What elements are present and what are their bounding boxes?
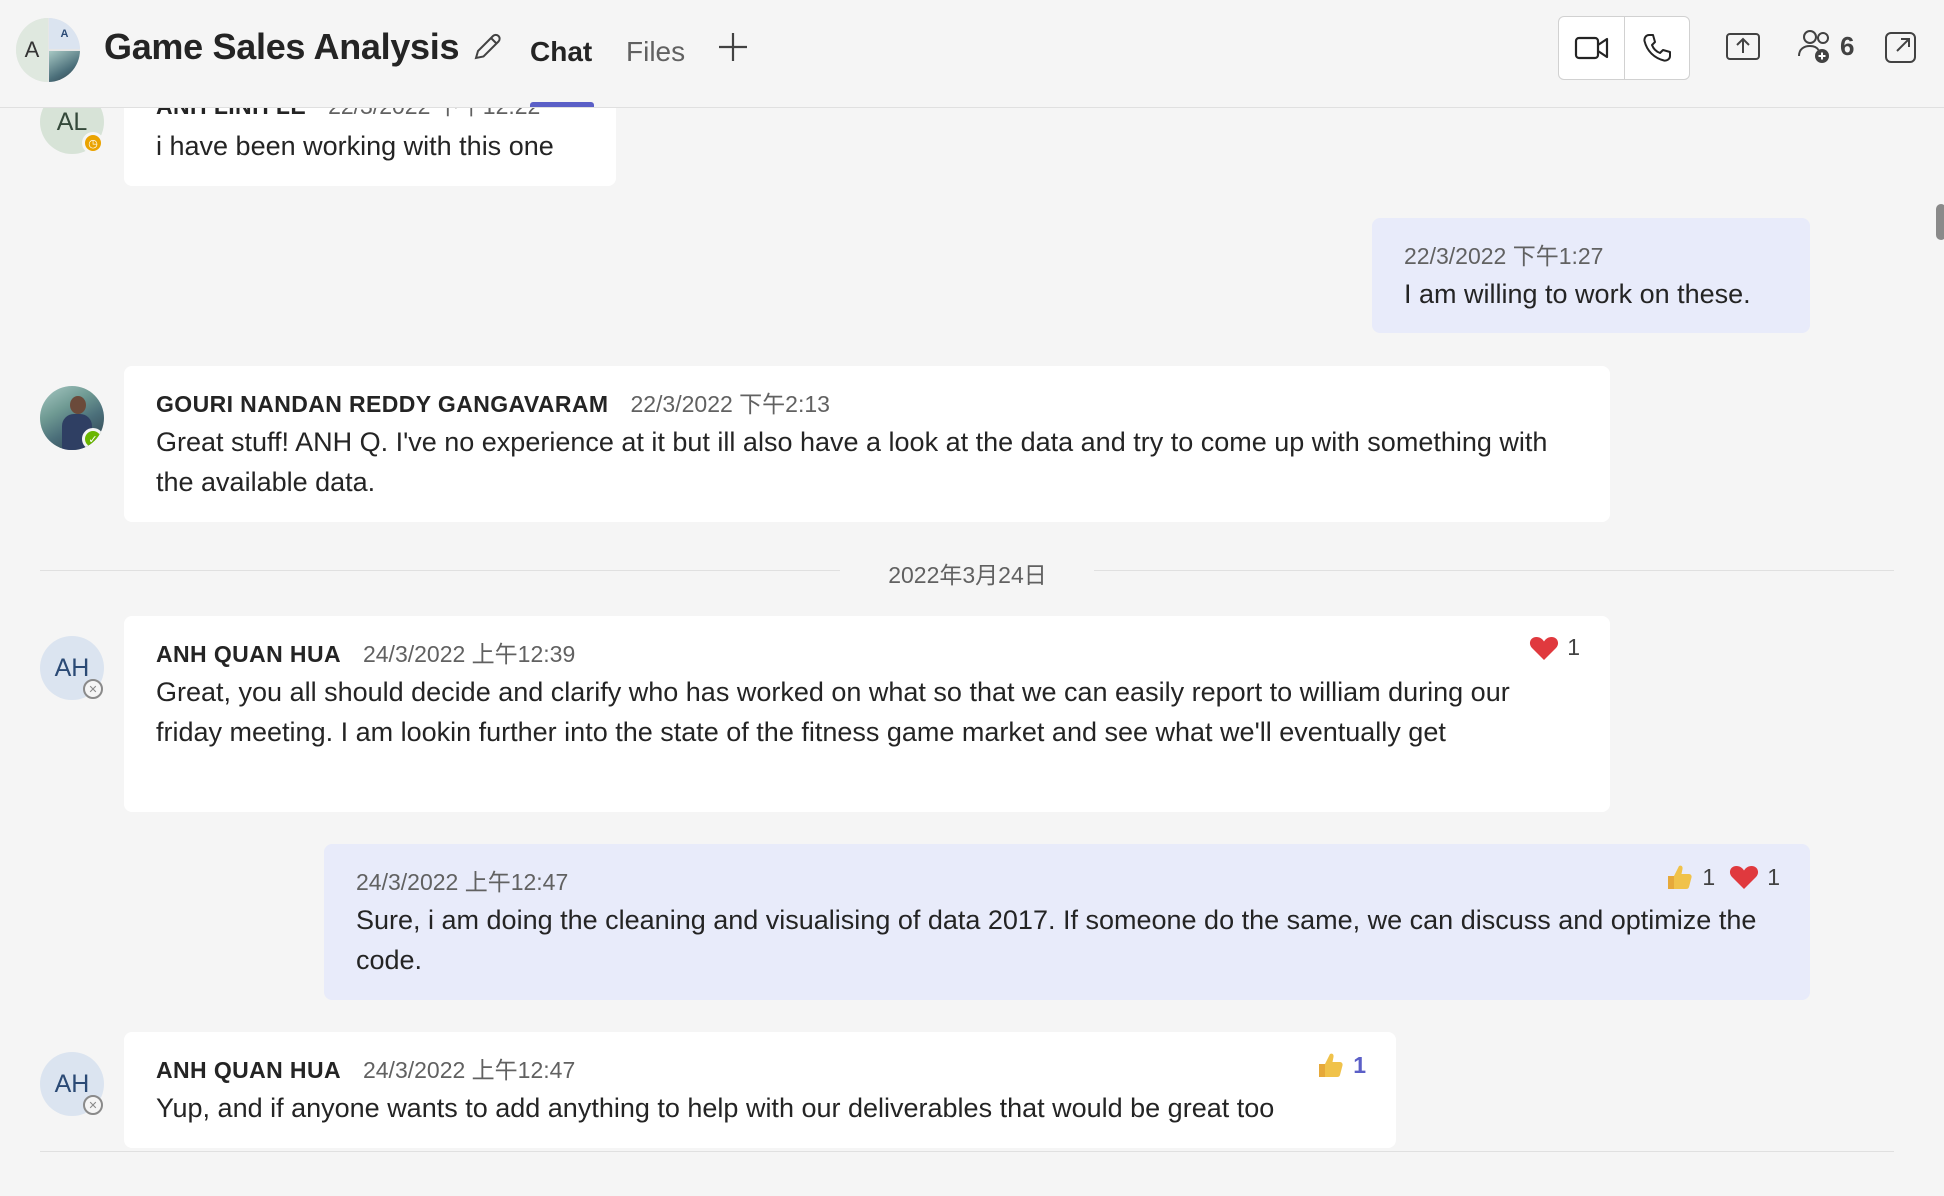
message-text: Great stuff! ANH Q. I've no experience a…	[156, 427, 1548, 497]
video-call-button[interactable]	[1559, 17, 1624, 79]
avatar-photo-head	[70, 396, 86, 414]
sender-name[interactable]: ANH QUAN HUA	[156, 1057, 341, 1083]
avatar[interactable]: AH ✕	[40, 1052, 104, 1116]
message-header: ANH QUAN HUA 24/3/2022 上午12:39	[156, 640, 575, 668]
thumbs-up-icon	[1668, 865, 1693, 889]
reactions-bar: 1	[1529, 634, 1580, 661]
reaction-count: 1	[1567, 634, 1580, 660]
reaction-thumbs-up[interactable]: 1	[1315, 1050, 1366, 1080]
reaction-thumbs-up[interactable]: 1	[1664, 862, 1715, 892]
presence-offline-icon: ✕	[83, 679, 103, 699]
reaction-heart[interactable]: 1	[1729, 864, 1780, 891]
edit-icon[interactable]	[470, 30, 504, 64]
message-timestamp: 24/3/2022 上午12:47	[362, 1057, 576, 1083]
reactions-bar: 1 1	[1664, 862, 1780, 892]
message-text: I am willing to work on these.	[1404, 279, 1751, 309]
chat-header: A A Game Sales Analysis Chat Files 6	[0, 0, 1944, 108]
sender-name[interactable]: GOURI NANDAN REDDY GANGAVARAM	[156, 391, 608, 417]
message-bubble[interactable]: GOURI NANDAN REDDY GANGAVARAM 22/3/2022 下…	[124, 366, 1610, 522]
group-avatar-initial: A	[16, 18, 48, 82]
presence-available-icon: ✓	[82, 428, 104, 450]
message-header: ANH QUAN HUA 24/3/2022 上午12:47	[156, 1056, 575, 1084]
divider-line	[1094, 570, 1894, 571]
avatar[interactable]: ✓	[40, 386, 104, 450]
audio-call-button[interactable]	[1624, 17, 1689, 79]
add-tab-icon[interactable]	[716, 30, 750, 64]
reaction-count: 1	[1353, 1051, 1366, 1078]
date-divider-label: 2022年3月24日	[888, 562, 1047, 588]
heart-icon	[1530, 636, 1559, 660]
message-text: Great, you all should decide and clarify…	[156, 677, 1510, 747]
tab-files[interactable]: Files	[626, 36, 685, 68]
reaction-heart[interactable]: 1	[1529, 634, 1580, 661]
message-timestamp: 24/3/2022 上午12:47	[356, 869, 569, 895]
my-message-bubble[interactable]: 24/3/2022 上午12:47 1 1 Sure, i am doing t…	[324, 844, 1810, 1000]
share-screen-icon[interactable]	[1724, 28, 1762, 66]
reactions-bar: 1	[1315, 1050, 1366, 1080]
divider-line	[40, 1151, 1894, 1152]
message-bubble[interactable]: ANH QUAN HUA 24/3/2022 上午12:47 1 Yup, and…	[124, 1032, 1396, 1148]
chat-message-list[interactable]: AL ◷ ANH LINH LE22/3/2022 下午12:22 i have…	[0, 0, 1944, 1196]
audio-call-icon	[1643, 34, 1671, 62]
sender-name[interactable]: ANH QUAN HUA	[156, 641, 341, 667]
chat-title[interactable]: Game Sales Analysis	[104, 26, 459, 68]
message-header: 22/3/2022 下午1:27	[1404, 242, 1603, 270]
date-divider: 2022年3月24日	[40, 556, 1894, 588]
avatar-initials: AH	[54, 653, 90, 682]
message-text: Sure, i am doing the cleaning and visual…	[356, 905, 1757, 975]
message-timestamp: 24/3/2022 上午12:39	[362, 641, 576, 667]
group-avatar[interactable]: A A	[16, 18, 80, 82]
thumbs-up-icon	[1319, 1053, 1343, 1077]
divider-line	[40, 570, 840, 571]
message-timestamp: 22/3/2022 下午2:13	[630, 391, 830, 417]
avatar-initials: AH	[54, 1069, 90, 1098]
message-bubble[interactable]: ANH QUAN HUA 24/3/2022 上午12:39 1 Great, y…	[124, 616, 1610, 812]
call-buttons	[1558, 16, 1690, 80]
video-call-icon	[1574, 36, 1608, 60]
group-avatar-photo	[49, 51, 80, 82]
tab-chat[interactable]: Chat	[530, 36, 592, 68]
presence-offline-icon: ✕	[83, 1095, 103, 1115]
group-avatar-initial-small: A	[49, 18, 80, 49]
avatar[interactable]: AH ✕	[40, 636, 104, 700]
scrollbar-thumb[interactable]	[1936, 204, 1944, 240]
avatar-initials: AL	[56, 107, 88, 136]
message-text: Yup, and if anyone wants to add anything…	[156, 1093, 1275, 1123]
message-text: i have been working with this one	[156, 131, 554, 161]
reaction-count: 1	[1767, 863, 1780, 890]
active-tab-indicator	[530, 102, 594, 107]
heart-icon	[1730, 866, 1759, 889]
presence-away-icon: ◷	[82, 132, 104, 154]
message-header: GOURI NANDAN REDDY GANGAVARAM 22/3/2022 下…	[156, 390, 830, 418]
popout-icon[interactable]	[1882, 28, 1920, 66]
message-header: 24/3/2022 上午12:47	[356, 868, 568, 896]
reaction-count: 1	[1702, 863, 1716, 890]
participant-count: 6	[1840, 30, 1855, 61]
my-message-bubble[interactable]: 22/3/2022 下午1:27 I am willing to work on…	[1372, 218, 1810, 333]
message-timestamp: 22/3/2022 下午1:27	[1404, 243, 1604, 269]
participants-button[interactable]: 6	[1796, 26, 1854, 66]
people-icon	[1798, 30, 1829, 63]
